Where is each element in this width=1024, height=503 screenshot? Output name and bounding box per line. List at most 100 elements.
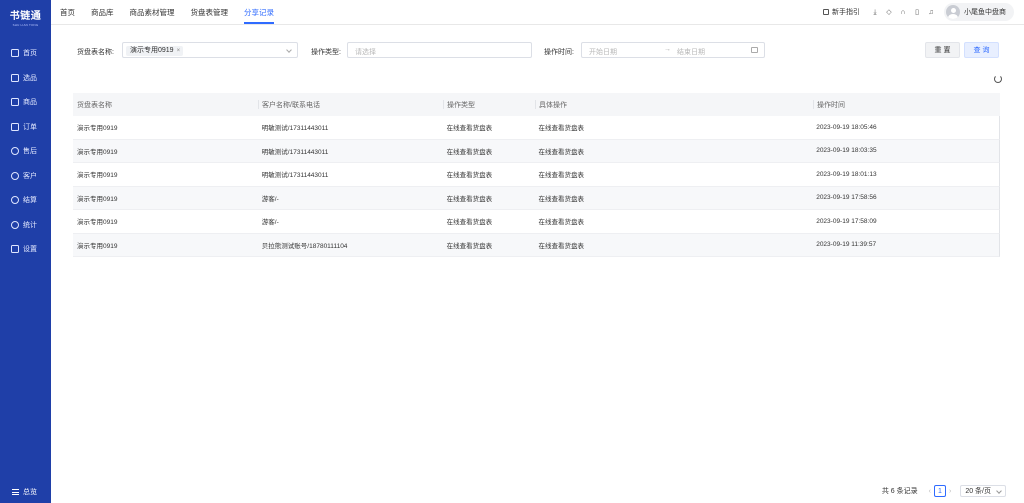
guide-icon	[823, 9, 829, 15]
cell-op-time: 2023-09-19 18:05:46	[816, 123, 877, 131]
guide-label: 新手指引	[832, 9, 860, 16]
query-button[interactable]: 查 询	[964, 42, 999, 58]
sidebar-footer-label: 总览	[23, 489, 37, 496]
calendar-icon	[751, 47, 758, 53]
download-icon[interactable]: ⤓	[872, 9, 879, 16]
cell-op-time: 2023-09-19 18:01:13	[816, 170, 877, 178]
cell-customer: 明敏测试/17311443011	[261, 172, 329, 180]
cell-op-type: 在线查看货盘表	[446, 242, 493, 250]
table-row: 演示专用0919 明敏测试/17311443011 在线查看货盘表 在线查看货盘表 20…	[73, 163, 1000, 187]
document-icon[interactable]: ▯	[914, 9, 921, 16]
refresh-icon[interactable]	[994, 75, 1002, 83]
op-type-select[interactable]: 请选择	[347, 42, 532, 58]
sidebar-overview-toggle[interactable]: 总览	[0, 481, 51, 503]
column-header-customer: 客户名称/联系电话	[258, 93, 443, 116]
cell-op-detail: 在线查看货盘表	[538, 172, 585, 180]
cell-op-detail: 在线查看货盘表	[538, 242, 585, 250]
sidebar-item-home[interactable]: 首页	[0, 41, 51, 66]
cell-op-type: 在线查看货盘表	[446, 195, 493, 203]
page-size-select[interactable]: 20 条/页	[960, 485, 1006, 497]
diamond-icon[interactable]: ◇	[886, 9, 893, 16]
sidebar-item-label: 结算	[23, 197, 37, 205]
cell-op-time: 2023-09-19 17:58:09	[816, 217, 877, 225]
sidebar-nav: 首页 选品 商品 订单 售后 客户 结算 统计 设置	[0, 41, 51, 262]
close-icon[interactable]: ×	[177, 46, 181, 56]
selected-tag: 演示专用0919 ×	[126, 45, 184, 56]
records-table: 货盘表名称 客户名称/联系电话 操作类型 具体操作 操作时间 演示专用0919 明…	[73, 93, 1000, 257]
sidebar-item-statistics[interactable]: 统计	[0, 213, 51, 238]
table-header: 货盘表名称 客户名称/联系电话 操作类型 具体操作 操作时间	[73, 93, 1000, 116]
table-row: 演示专用0919 游客/- 在线查看货盘表 在线查看货盘表 2023-09-19 17:…	[73, 186, 1000, 210]
cell-op-type: 在线查看货盘表	[446, 172, 493, 180]
cell-op-detail: 在线查看货盘表	[538, 125, 585, 133]
sidebar-item-after-sales[interactable]: 售后	[0, 139, 51, 164]
column-header-op-type: 操作类型	[443, 93, 535, 116]
bell-icon[interactable]: ♫	[928, 9, 935, 16]
sidebar-item-label: 选品	[23, 74, 37, 82]
customer-icon	[11, 171, 19, 180]
table-body: 演示专用0919 明敏测试/17311443011 在线查看货盘表 在线查看货盘表 20…	[73, 116, 1000, 257]
sheet-name-select[interactable]: 演示专用0919 ×	[122, 42, 298, 58]
monitor-icon	[11, 49, 19, 58]
column-header-sheet-name: 货盘表名称	[77, 101, 112, 109]
sidebar-item-settlement[interactable]: 结算	[0, 188, 51, 213]
table-row: 演示专用0919 游客/- 在线查看货盘表 在线查看货盘表 2023-09-19 17:…	[73, 210, 1000, 234]
sidebar-item-customers[interactable]: 客户	[0, 164, 51, 189]
sidebar-item-label: 售后	[23, 148, 37, 156]
top-nav: 首页 商品库 商品素材管理 货盘表管理 分享记录 新手指引 ⤓ ◇ ∩ ▯ ♫ …	[51, 0, 1024, 25]
order-icon	[11, 122, 19, 131]
logo[interactable]: 书链通 SHU LIAN TONG	[0, 0, 51, 33]
logo-text: 书链通	[9, 10, 42, 22]
cell-op-time: 2023-09-19 17:58:56	[816, 194, 877, 202]
cell-op-time: 2023-09-19 11:39:57	[816, 241, 877, 249]
next-page-icon[interactable]: ›	[949, 488, 951, 495]
cell-customer: 明敏测试/17311443011	[261, 148, 329, 156]
guide-button[interactable]: 新手指引	[823, 7, 860, 17]
prev-page-icon[interactable]: ‹	[929, 488, 931, 495]
sidebar-item-label: 设置	[23, 246, 37, 254]
headset-icon	[11, 147, 19, 156]
cell-sheet-name: 演示专用0919	[77, 195, 118, 203]
column-header-op-detail: 具体操作	[535, 93, 813, 116]
page-number-current[interactable]: 1	[933, 485, 946, 497]
column-header-op-time: 操作时间	[813, 93, 1000, 116]
cell-op-time: 2023-09-19 18:03:35	[816, 147, 877, 155]
tab-home[interactable]: 首页	[60, 0, 75, 24]
tab-product-library[interactable]: 商品库	[91, 0, 114, 24]
sidebar-item-label: 客户	[23, 172, 37, 180]
start-date-input[interactable]: 开始日期	[589, 47, 617, 57]
goods-icon	[11, 98, 19, 107]
cell-sheet-name: 演示专用0919	[77, 148, 118, 156]
reset-button[interactable]: 重 置	[925, 42, 960, 58]
sidebar-item-select[interactable]: 选品	[0, 66, 51, 91]
select-icon	[11, 73, 19, 82]
avatar	[946, 5, 960, 19]
op-type-label: 操作类型:	[311, 49, 341, 56]
tab-pallet-sheet[interactable]: 货盘表管理	[191, 0, 229, 24]
selected-tag-label: 演示专用0919	[130, 46, 174, 54]
cell-sheet-name: 演示专用0919	[77, 242, 118, 250]
cell-customer: 游客/-	[261, 219, 279, 227]
filter-bar: 货盘表名称: 演示专用0919 × 操作类型: 请选择 操作时间: 开始日期 →…	[77, 42, 1024, 60]
tab-share-records[interactable]: 分享记录	[244, 0, 274, 24]
sidebar-item-goods[interactable]: 商品	[0, 90, 51, 115]
cell-op-detail: 在线查看货盘表	[538, 219, 585, 227]
end-date-input[interactable]: 结束日期	[677, 47, 705, 57]
logo-subtext: SHU LIAN TONG	[12, 22, 39, 27]
date-range-picker[interactable]: 开始日期 → 结束日期	[581, 42, 765, 58]
top-actions: 新手指引 ⤓ ◇ ∩ ▯ ♫ 小尾鱼中盘商	[823, 0, 1024, 24]
sidebar-item-label: 首页	[23, 50, 37, 58]
headset-icon[interactable]: ∩	[900, 9, 907, 16]
user-name: 小尾鱼中盘商	[964, 9, 1006, 16]
pagination: 共 6 条记录 ‹ 1 › 20 条/页	[882, 485, 1006, 497]
menu-icon	[12, 489, 19, 495]
sidebar-item-label: 订单	[23, 123, 37, 131]
sidebar-item-orders[interactable]: 订单	[0, 115, 51, 140]
total-count: 共 6 条记录	[881, 488, 918, 495]
table-row: 演示专用0919 贝拉熊测试账号/18780111104 在线查看货盘表 在线查看货盘…	[73, 233, 1000, 257]
sidebar: 书链通 SHU LIAN TONG 首页 选品 商品 订单 售后 客户 结算 统…	[0, 0, 51, 503]
tab-product-material[interactable]: 商品素材管理	[130, 0, 175, 24]
user-menu[interactable]: 小尾鱼中盘商	[944, 3, 1014, 21]
sidebar-item-settings[interactable]: 设置	[0, 237, 51, 262]
cell-op-type: 在线查看货盘表	[446, 125, 493, 133]
